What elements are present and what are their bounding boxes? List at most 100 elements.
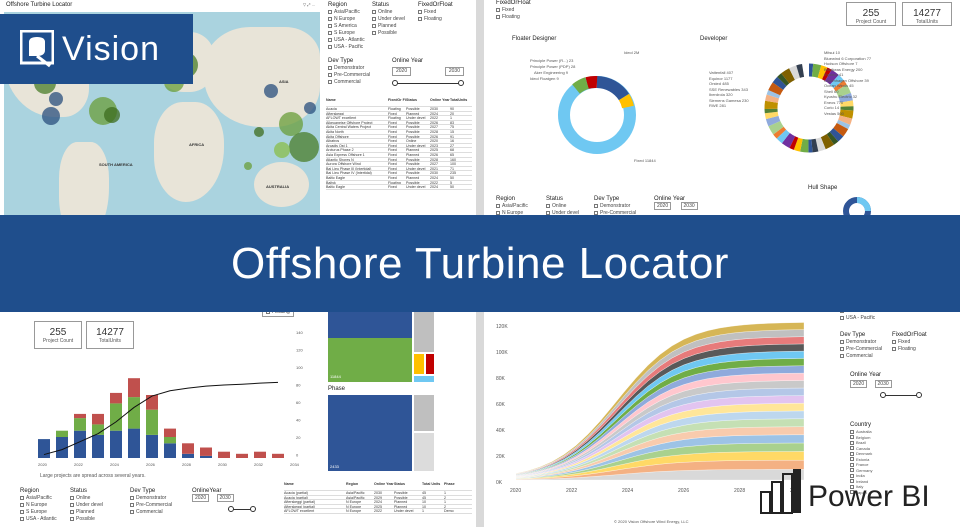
checkbox[interactable] <box>372 23 376 28</box>
bar-segment[interactable] <box>128 397 140 429</box>
region-option[interactable]: S America <box>328 23 365 30</box>
bar-segment[interactable] <box>110 430 122 458</box>
checkbox[interactable] <box>850 462 854 467</box>
donut-slice[interactable] <box>768 120 784 135</box>
year-to-input[interactable]: 2030 <box>216 494 234 502</box>
year-to-input[interactable]: 2030 <box>874 380 892 388</box>
donut-slice[interactable] <box>777 73 790 87</box>
bar-segment[interactable] <box>164 428 176 437</box>
region-option[interactable]: N Europe <box>20 502 57 509</box>
donut-slice[interactable] <box>815 137 826 152</box>
project-bubble[interactable] <box>254 127 264 137</box>
donut-slice[interactable] <box>773 126 787 139</box>
region-option[interactable]: USA - Pacific <box>328 44 365 51</box>
checkbox[interactable] <box>130 502 134 507</box>
bar-segment[interactable] <box>110 403 122 431</box>
checkbox[interactable] <box>328 30 332 35</box>
bar-segment[interactable] <box>146 434 158 458</box>
donut-slice[interactable] <box>793 137 803 152</box>
status-option[interactable]: Under devel <box>372 16 405 23</box>
checkbox[interactable] <box>372 16 376 21</box>
status-option[interactable]: Possible <box>372 30 405 37</box>
checkbox[interactable] <box>850 446 854 451</box>
column-header[interactable]: Online Year <box>374 482 394 490</box>
devtype-option[interactable]: Pre-Commercial <box>328 72 370 79</box>
year-from-input[interactable]: 2020 <box>392 67 412 76</box>
region-option[interactable]: Asia/Pacific <box>496 203 528 210</box>
table-row[interactable]: Baltic Eagle Fixed Under devel 2024 50 <box>326 185 472 190</box>
donut-slice[interactable] <box>781 132 796 148</box>
bar-segment[interactable] <box>146 409 158 435</box>
checkbox[interactable] <box>892 339 896 344</box>
region-option[interactable]: Asia/Pacific <box>328 9 365 16</box>
year-range-slider[interactable] <box>850 391 922 399</box>
donut-slice[interactable] <box>836 119 851 130</box>
checkbox[interactable] <box>328 23 332 28</box>
column-header[interactable]: Total Units <box>422 482 444 490</box>
checkbox[interactable] <box>130 509 134 514</box>
slider-handle-max[interactable] <box>250 506 256 512</box>
donut-slice[interactable] <box>800 138 809 153</box>
donut-slice[interactable] <box>789 65 801 80</box>
project-bubble[interactable] <box>289 132 319 162</box>
checkbox[interactable] <box>840 339 844 344</box>
devtype-option[interactable]: Demonstrator <box>130 495 172 502</box>
project-bubble[interactable] <box>49 92 63 106</box>
year-from-input[interactable]: 2020 <box>192 494 210 502</box>
donut-slice[interactable] <box>829 128 844 142</box>
status-option[interactable]: Online <box>70 495 103 502</box>
checkbox[interactable] <box>840 353 844 358</box>
status-option[interactable]: Planned <box>70 509 103 516</box>
donut-slice[interactable] <box>781 68 796 84</box>
donut-slice[interactable] <box>811 63 822 78</box>
slider-handle-max[interactable] <box>916 392 922 398</box>
bar-segment[interactable] <box>38 439 50 458</box>
checkbox[interactable] <box>328 16 332 21</box>
checkbox[interactable] <box>840 315 844 320</box>
column-header[interactable]: Status <box>394 482 422 490</box>
status-option[interactable]: Under devel <box>70 502 103 509</box>
region-option[interactable]: S Europe <box>20 509 57 516</box>
checkbox[interactable] <box>892 346 896 351</box>
bar-segment[interactable] <box>110 392 122 404</box>
column-header[interactable]: Phase <box>444 482 464 490</box>
treemap-tile[interactable] <box>414 312 434 352</box>
project-bubble[interactable] <box>304 102 316 114</box>
column-header[interactable]: Name <box>326 98 388 106</box>
column-header[interactable]: Region <box>346 482 374 490</box>
checkbox[interactable] <box>496 203 500 208</box>
column-header[interactable]: Online Year <box>430 98 450 106</box>
donut-slice[interactable] <box>772 76 787 90</box>
checkbox[interactable] <box>850 457 854 462</box>
bar-segment[interactable] <box>218 451 230 458</box>
bar-segment[interactable] <box>74 418 86 431</box>
checkbox[interactable] <box>418 9 422 14</box>
checkbox[interactable] <box>20 509 24 514</box>
bar-segment[interactable] <box>146 395 158 410</box>
region-option[interactable]: S Europe <box>328 30 365 37</box>
checkbox[interactable] <box>850 451 854 456</box>
bar-segment[interactable] <box>128 378 140 398</box>
donut-slice[interactable] <box>765 94 780 104</box>
bar-segment[interactable] <box>164 443 176 458</box>
bar-segment[interactable] <box>236 453 248 458</box>
checkbox[interactable] <box>418 16 422 21</box>
table-row[interactable]: AFLOWT excellent N Europe 2022 Under devel 1… <box>284 509 472 514</box>
column-header[interactable]: Name <box>284 482 346 490</box>
column-header[interactable]: TotalUnits <box>450 98 472 106</box>
checkbox[interactable] <box>328 65 332 70</box>
donut-slice[interactable] <box>766 90 781 99</box>
donut-slice[interactable] <box>838 115 853 125</box>
donut-slice[interactable] <box>833 122 849 137</box>
checkbox[interactable] <box>70 516 74 521</box>
checkbox[interactable] <box>372 30 376 35</box>
column-header[interactable]: FixedOr Float <box>388 98 406 106</box>
checkbox[interactable] <box>496 14 500 19</box>
slider-handle-max[interactable] <box>458 80 464 86</box>
bar-segment[interactable] <box>182 453 194 458</box>
phase-treemap-tile[interactable] <box>328 395 412 471</box>
slider-handle-min[interactable] <box>228 506 234 512</box>
project-bubble[interactable] <box>42 107 60 125</box>
bar-segment[interactable] <box>200 447 212 456</box>
treemap-tile[interactable] <box>414 376 434 382</box>
